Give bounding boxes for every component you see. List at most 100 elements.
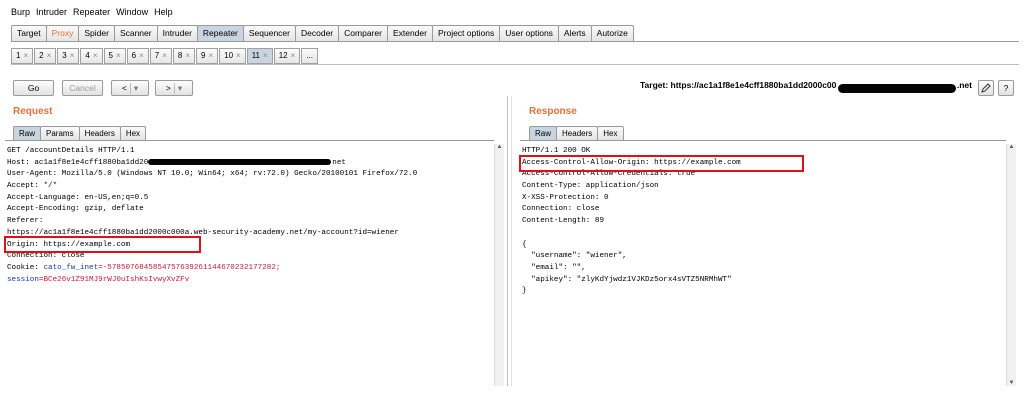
request-title: Request [13, 106, 53, 117]
cancel-button[interactable]: Cancel [62, 80, 103, 96]
menu-item-repeater[interactable]: Repeater [73, 7, 110, 17]
menu-item-intruder[interactable]: Intruder [36, 7, 67, 17]
response-tab-raw[interactable]: Raw [529, 126, 558, 140]
session-value: =BCe26v1Z91MJ9rWJ0uIshKsIvwyXvZFv [38, 275, 190, 284]
close-icon[interactable]: × [291, 51, 296, 60]
close-icon[interactable]: × [23, 51, 28, 60]
repeater-tab-label: 12 [278, 51, 288, 60]
response-line [522, 228, 1006, 240]
request-line-text: User-Agent: Mozilla/5.0 (Windows NT 10.0… [7, 170, 418, 179]
repeater-tab-3[interactable]: 3 × [57, 48, 80, 64]
request-line: Host: ac1a1f8e1e4cff1880ba1dd20 net [7, 158, 494, 170]
repeater-tab-label: 11 [251, 51, 261, 60]
request-line-text: Accept: */* [7, 182, 58, 191]
response-scrollbar[interactable]: ▲ ▼ [1006, 144, 1016, 386]
back-button[interactable]: < ▾ [111, 80, 149, 96]
repeater-tab-10[interactable]: 10 × [219, 48, 246, 64]
response-line: "email": "", [522, 263, 586, 272]
request-line: Accept-Encoding: gzip, deflate [7, 204, 494, 216]
close-icon[interactable]: × [70, 51, 75, 60]
repeater-tab-7[interactable]: 7 × [149, 48, 172, 64]
tab-spider[interactable]: Spider [78, 25, 115, 41]
response-editor[interactable]: HTTP/1.1 200 OK Access-Control-Allow-Orig… [520, 140, 1006, 386]
tab-extender[interactable]: Extender [386, 25, 433, 41]
repeater-tab-label: 7 [154, 51, 160, 60]
close-icon[interactable]: × [236, 51, 241, 60]
repeater-tab-6[interactable]: 6 × [126, 48, 149, 64]
help-button[interactable]: ? [998, 80, 1014, 96]
repeater-tab-label: 1 [16, 51, 21, 60]
tab-intruder[interactable]: Intruder [156, 25, 198, 41]
tab-alerts[interactable]: Alerts [557, 25, 592, 41]
request-line: User-Agent: Mozilla/5.0 (Windows NT 10.0… [7, 169, 494, 181]
close-icon[interactable]: × [263, 51, 268, 60]
request-line-text: Connection: close [7, 252, 85, 261]
response-tab-headers[interactable]: Headers [556, 126, 599, 140]
response-line: X-XSS-Protection: 0 [522, 193, 609, 202]
tab-repeater[interactable]: Repeater [196, 25, 244, 41]
scroll-up-icon[interactable]: ▲ [495, 144, 504, 150]
close-icon[interactable]: × [47, 51, 52, 60]
request-editor[interactable]: GET /accountDetails HTTP/1.1 Host: ac1a1f… [5, 140, 494, 386]
request-line: GET /accountDetails HTTP/1.1 [7, 146, 494, 158]
response-line: Connection: close [522, 205, 600, 214]
close-icon[interactable]: × [116, 51, 121, 60]
response-subtabs: Raw Headers Hex [529, 126, 624, 140]
tab-comparer[interactable]: Comparer [338, 25, 388, 41]
scroll-up-icon[interactable]: ▲ [1007, 144, 1016, 150]
repeater-tab-11[interactable]: 11 × [246, 48, 273, 64]
pane-divider-edge [511, 96, 512, 386]
session-line: session=BCe26v1Z91MJ9rWJ0uIshKsIvwyXvZFv [7, 275, 494, 287]
repeater-tab-1[interactable]: 1 × [11, 48, 34, 64]
tab-target[interactable]: Target [11, 25, 47, 41]
repeater-tab-5[interactable]: 5 × [103, 48, 126, 64]
session-name: session [7, 275, 39, 284]
tab-proxy[interactable]: Proxy [45, 25, 80, 41]
tab-user-options[interactable]: User options [499, 25, 559, 41]
close-icon[interactable]: × [208, 51, 213, 60]
repeater-tab-label: 10 [224, 51, 234, 60]
response-tab-hex[interactable]: Hex [597, 126, 624, 140]
repeater-tab-4[interactable]: 4 × [80, 48, 103, 64]
repeater-tab-new-button[interactable]: ... [301, 48, 318, 64]
request-line: Accept-Language: en-US,en;q=0.5 [7, 193, 494, 205]
back-dropdown-icon[interactable]: ▾ [129, 82, 138, 94]
menu-item-window[interactable]: Window [116, 7, 148, 17]
tab-scanner[interactable]: Scanner [113, 25, 158, 41]
repeater-tab-label: 3 [62, 51, 67, 60]
close-icon[interactable]: × [93, 51, 98, 60]
forward-button[interactable]: > ▾ [155, 80, 193, 96]
response-line: "username": "wiener", [522, 252, 627, 261]
repeater-tab-label: 8 [177, 51, 183, 60]
tab-project-options[interactable]: Project options [431, 25, 501, 41]
close-icon[interactable]: × [162, 51, 167, 60]
request-tab-raw[interactable]: Raw [13, 126, 42, 140]
close-icon[interactable]: × [139, 51, 144, 60]
repeater-tab-12[interactable]: 12 × [273, 48, 301, 64]
request-scrollbar[interactable]: ▲ [494, 144, 504, 386]
repeater-tab-9[interactable]: 9 × [196, 48, 219, 64]
edit-target-button[interactable] [978, 80, 994, 96]
pane-divider[interactable] [507, 96, 508, 386]
repeater-tab-bar: 1 × 2 × 3 × 4 × 5 × 6 × 7 × 8 × 9 × 10 × 11 × 12 ×... [11, 48, 319, 64]
repeater-tab-8[interactable]: 8 × [172, 48, 195, 64]
origin-highlight-box [4, 236, 201, 253]
request-line-text: Accept-Encoding: gzip, deflate [7, 205, 144, 214]
tab-autorize[interactable]: Autorize [590, 25, 634, 41]
tab-sequencer[interactable]: Sequencer [242, 25, 296, 41]
request-tab-params[interactable]: Params [40, 126, 80, 140]
tab-decoder[interactable]: Decoder [295, 25, 340, 41]
acao-highlight-box [519, 155, 804, 172]
request-tab-hex[interactable]: Hex [119, 126, 147, 140]
close-icon[interactable]: × [185, 51, 190, 60]
repeater-tab-2[interactable]: 2 × [34, 48, 57, 64]
request-tab-headers[interactable]: Headers [78, 126, 121, 140]
host-suffix: net [332, 158, 346, 167]
forward-dropdown-icon[interactable]: ▾ [173, 82, 182, 94]
menu-item-burp[interactable]: Burp [11, 7, 30, 17]
scroll-down-icon[interactable]: ▼ [1007, 380, 1016, 386]
go-button[interactable]: Go [13, 80, 54, 96]
repeater-tab-label: 5 [108, 51, 113, 60]
response-title: Response [529, 106, 577, 117]
menu-item-help[interactable]: Help [154, 7, 173, 17]
